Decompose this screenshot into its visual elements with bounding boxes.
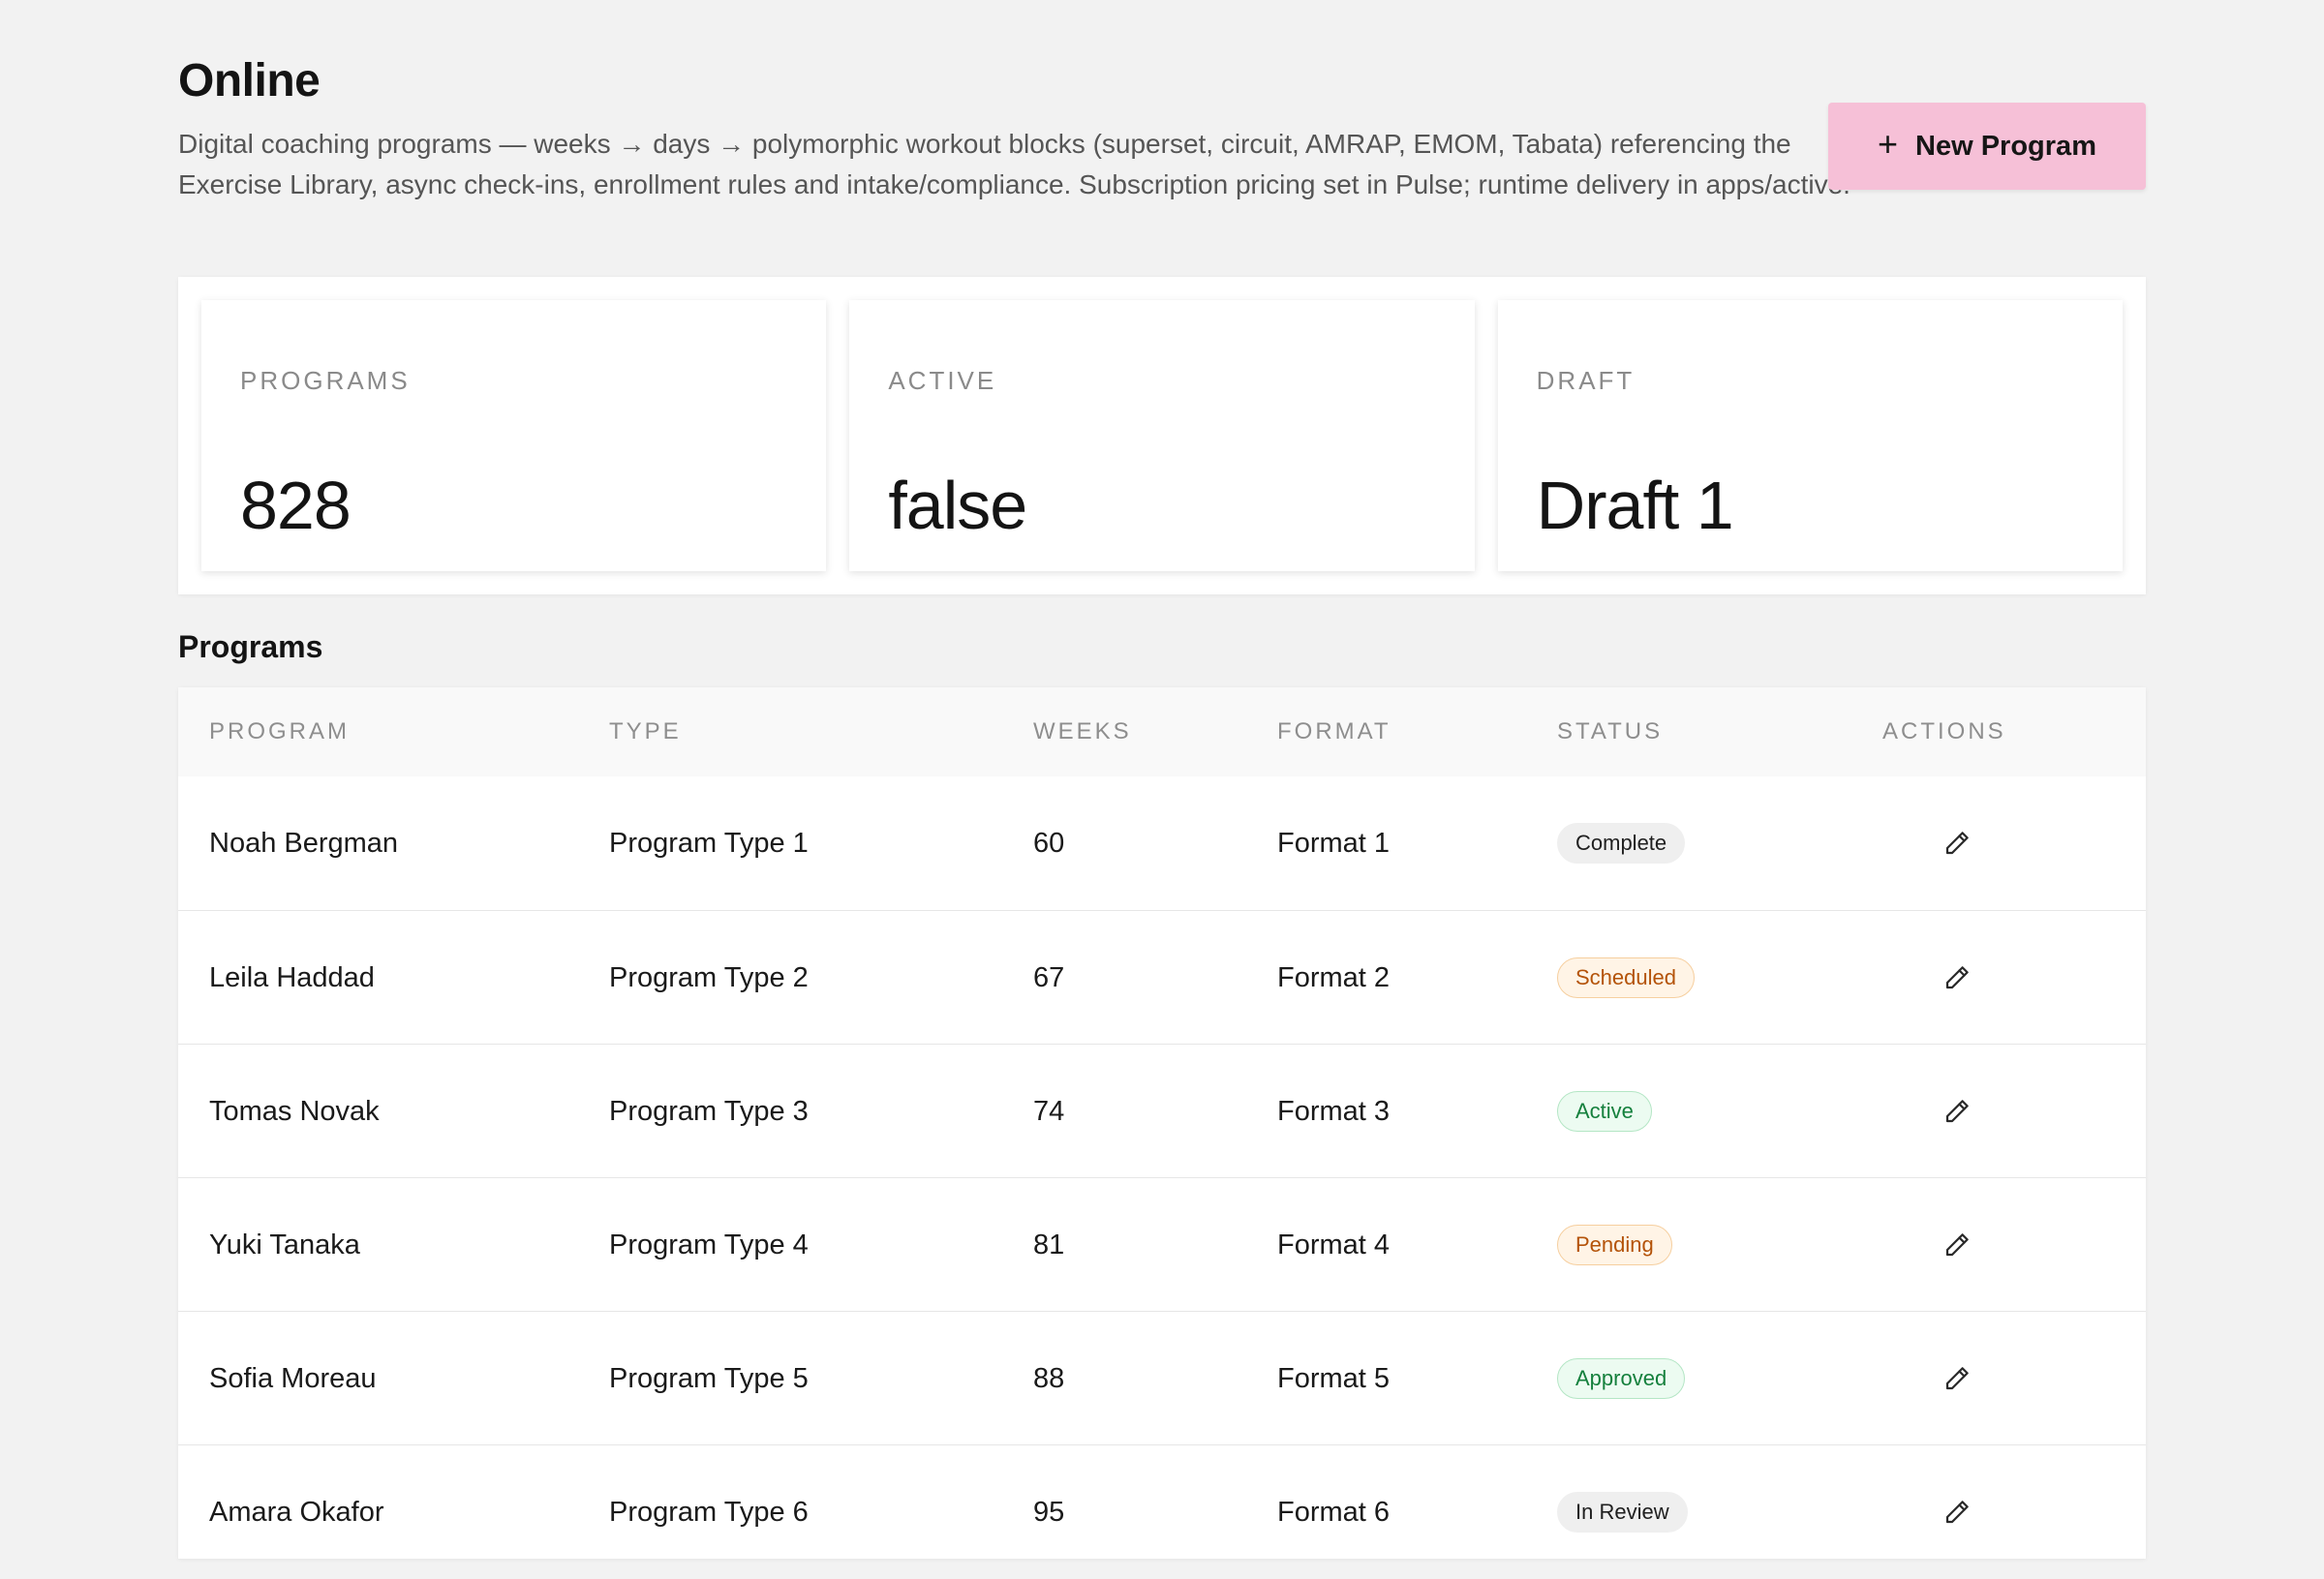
table-row[interactable]: Leila Haddad Program Type 2 67 Format 2 … <box>178 910 2146 1044</box>
pencil-icon <box>1945 1367 1969 1390</box>
program-type-cell: Program Type 2 <box>609 961 809 993</box>
status-badge: Pending <box>1557 1225 1672 1265</box>
stat-label: ACTIVE <box>888 366 997 395</box>
stat-card-programs: PROGRAMS 828 <box>201 300 827 571</box>
stat-value: Draft 1 <box>1536 468 1734 543</box>
format-cell: Format 1 <box>1277 827 1391 859</box>
page-title: Online <box>178 55 321 106</box>
status-cell: Scheduled <box>1557 911 1695 1045</box>
status-badge: Scheduled <box>1557 957 1695 998</box>
weeks-cell: 60 <box>1033 827 1065 859</box>
program-type-cell: Program Type 6 <box>609 1496 809 1528</box>
pencil-icon <box>1945 1501 1969 1524</box>
weeks-cell: 95 <box>1033 1496 1065 1528</box>
weeks-cell: 74 <box>1033 1095 1065 1127</box>
program-name-cell: Yuki Tanaka <box>209 1229 360 1260</box>
table-row[interactable]: Yuki Tanaka Program Type 4 81 Format 4 P… <box>178 1177 2146 1311</box>
column-header-program[interactable]: PROGRAM <box>209 718 350 745</box>
weeks-cell: 88 <box>1033 1362 1065 1394</box>
programs-section-title: Programs <box>178 629 323 664</box>
programs-table: PROGRAM TYPE WEEKS FORMAT STATUS ACTIONS… <box>178 687 2146 1559</box>
online-programs-page: Online Digital coaching programs — weeks… <box>178 0 2146 1559</box>
column-header-weeks[interactable]: WEEKS <box>1033 718 1132 745</box>
table-row[interactable]: Amara Okafor Program Type 6 95 Format 6 … <box>178 1444 2146 1578</box>
program-name-cell: Sofia Moreau <box>209 1362 377 1394</box>
status-cell: Complete <box>1557 776 1686 910</box>
edit-program-button[interactable] <box>1931 911 1983 1045</box>
stat-card-active: ACTIVE false <box>849 300 1475 571</box>
status-badge: In Review <box>1557 1492 1688 1533</box>
status-cell: Pending <box>1557 1178 1672 1312</box>
table-row[interactable]: Noah Bergman Program Type 1 60 Format 1 … <box>178 776 2146 910</box>
status-cell: Approved <box>1557 1312 1686 1445</box>
edit-program-button[interactable] <box>1931 776 1983 910</box>
column-header-actions: ACTIONS <box>1882 718 2006 744</box>
format-cell: Format 6 <box>1277 1496 1391 1528</box>
weeks-cell: 67 <box>1033 961 1065 993</box>
table-body: Noah Bergman Program Type 1 60 Format 1 … <box>178 776 2146 1578</box>
status-badge: Active <box>1557 1091 1652 1132</box>
page-header: Online Digital coaching programs — weeks… <box>178 0 2146 277</box>
plus-icon: + <box>1878 124 1899 164</box>
stat-value: false <box>888 468 1027 543</box>
program-type-cell: Program Type 1 <box>609 827 809 859</box>
column-header-status[interactable]: STATUS <box>1557 718 1663 745</box>
column-header-format[interactable]: FORMAT <box>1277 718 1391 745</box>
column-header-type[interactable]: TYPE <box>609 718 682 745</box>
program-type-cell: Program Type 5 <box>609 1362 809 1394</box>
new-program-button[interactable]: + New Program <box>1828 103 2146 190</box>
status-cell: Active <box>1557 1045 1652 1178</box>
edit-program-button[interactable] <box>1931 1178 1983 1312</box>
stats-panel: PROGRAMS 828 ACTIVE false DRAFT Draft 1 <box>178 277 2146 594</box>
program-type-cell: Program Type 4 <box>609 1229 809 1260</box>
program-name-cell: Leila Haddad <box>209 961 375 993</box>
program-name-cell: Amara Okafor <box>209 1496 384 1528</box>
stat-label: PROGRAMS <box>240 366 411 395</box>
stat-card-draft: DRAFT Draft 1 <box>1497 300 2123 571</box>
edit-program-button[interactable] <box>1931 1445 1983 1579</box>
edit-program-button[interactable] <box>1931 1312 1983 1445</box>
program-type-cell: Program Type 3 <box>609 1095 809 1127</box>
pencil-icon <box>1945 966 1969 989</box>
status-cell: In Review <box>1557 1445 1688 1579</box>
pencil-icon <box>1945 1233 1969 1257</box>
pencil-icon <box>1945 1100 1969 1123</box>
table-row[interactable]: Sofia Moreau Program Type 5 88 Format 5 … <box>178 1311 2146 1444</box>
status-badge: Approved <box>1557 1358 1686 1399</box>
program-name-cell: Noah Bergman <box>209 827 399 859</box>
format-cell: Format 2 <box>1277 961 1391 993</box>
format-cell: Format 3 <box>1277 1095 1391 1127</box>
weeks-cell: 81 <box>1033 1229 1065 1260</box>
table-row[interactable]: Tomas Novak Program Type 3 74 Format 3 A… <box>178 1044 2146 1177</box>
table-header: PROGRAM TYPE WEEKS FORMAT STATUS ACTIONS <box>178 687 2146 776</box>
status-badge: Complete <box>1557 823 1686 864</box>
stat-label: DRAFT <box>1536 366 1636 395</box>
stat-value: 828 <box>240 468 352 543</box>
new-program-label: New Program <box>1915 130 2096 162</box>
program-name-cell: Tomas Novak <box>209 1095 380 1127</box>
pencil-icon <box>1945 832 1969 855</box>
format-cell: Format 4 <box>1277 1229 1391 1260</box>
edit-program-button[interactable] <box>1931 1045 1983 1178</box>
page-description: Digital coaching programs — weeks → days… <box>178 129 1850 199</box>
format-cell: Format 5 <box>1277 1362 1391 1394</box>
